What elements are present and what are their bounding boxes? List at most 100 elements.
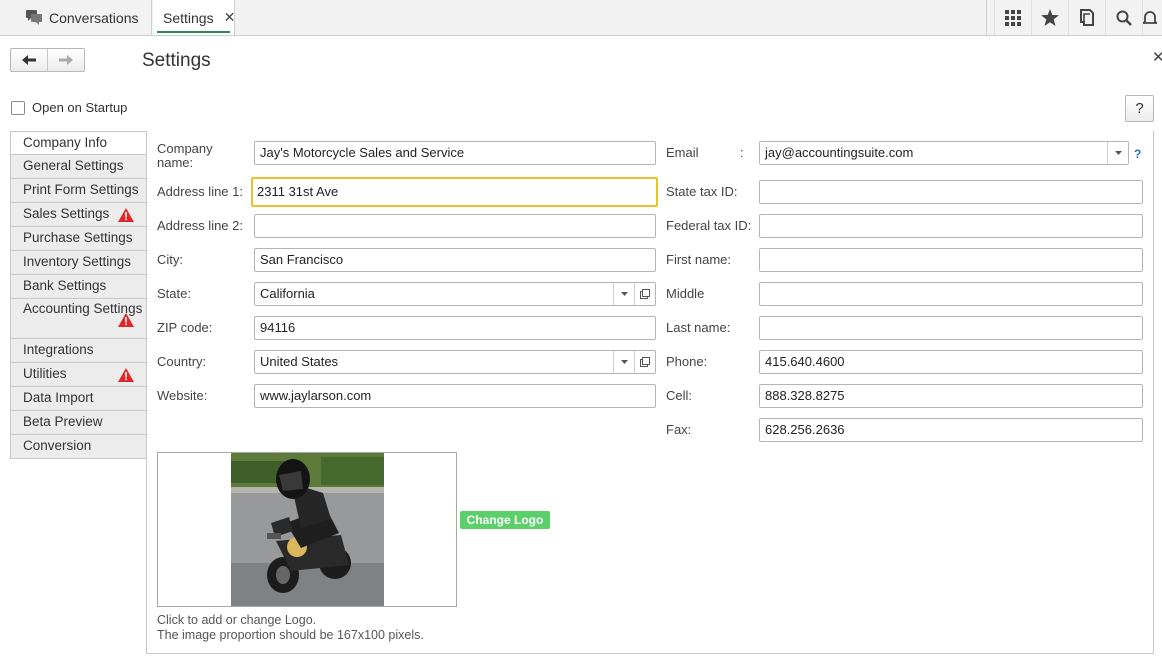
sidebar-item-label: Utilities	[23, 366, 67, 381]
federal-tax-id-field[interactable]	[759, 214, 1143, 238]
forward-button[interactable]	[47, 49, 84, 71]
search-icon[interactable]	[1105, 0, 1142, 35]
state-value: California	[260, 286, 315, 301]
motorcycle-rider-photo	[231, 453, 384, 606]
sidebar-item-accounting-settings[interactable]: Accounting Settings	[10, 299, 147, 339]
cell-field[interactable]: 888.328.8275	[759, 384, 1143, 408]
tab-conversations[interactable]: Conversations	[0, 0, 152, 35]
city-label: City:	[157, 252, 183, 267]
toolbar-icons	[986, 0, 1162, 35]
open-on-startup-label: Open on Startup	[32, 100, 128, 115]
zip-label: ZIP code:	[157, 320, 213, 335]
chevron-down-icon[interactable]	[1107, 142, 1128, 164]
fax-field[interactable]: 628.256.2636	[759, 418, 1143, 442]
open-link-icon[interactable]	[634, 351, 655, 373]
company-name-label-line2: name:	[157, 155, 194, 170]
warning-icon	[118, 313, 134, 331]
arrow-right-icon	[59, 55, 73, 65]
country-label: Country:	[157, 354, 207, 369]
first-name-label: First name:	[666, 252, 732, 267]
change-logo-button[interactable]: Change Logo	[460, 511, 550, 529]
apps-grid-icon[interactable]	[994, 0, 1031, 35]
phone-field[interactable]: 415.640.4600	[759, 350, 1143, 374]
sidebar-item-company-info[interactable]: Company Info	[10, 131, 147, 155]
sidebar-item-label: Bank Settings	[23, 278, 107, 293]
state-tax-id-label: State tax ID:	[666, 184, 738, 199]
address2-label: Address line 2:	[157, 218, 243, 233]
sidebar-item-label: Data Import	[23, 390, 94, 405]
sidebar-item-utilities[interactable]: Utilities	[10, 363, 147, 387]
sidebar-item-conversion[interactable]: Conversion	[10, 435, 147, 459]
sidebar-item-label: Purchase Settings	[23, 230, 133, 245]
logo-hint-line1: Click to add or change Logo.	[157, 613, 317, 627]
company-logo[interactable]	[157, 452, 457, 607]
website-label: Website:	[157, 388, 208, 403]
state-select[interactable]: California	[254, 282, 656, 306]
sidebar-item-label: Print Form Settings	[23, 182, 139, 197]
sidebar-item-bank-settings[interactable]: Bank Settings	[10, 275, 147, 299]
country-value: United States	[260, 354, 339, 369]
help-button[interactable]: ?	[1125, 95, 1154, 122]
sidebar-item-label: Company Info	[23, 135, 108, 150]
sidebar-item-label: Beta Preview	[23, 414, 103, 429]
chevron-down-icon[interactable]	[613, 351, 634, 373]
country-select[interactable]: United States	[254, 350, 656, 374]
toolbar-separator	[986, 0, 994, 35]
first-name-field[interactable]	[759, 248, 1143, 272]
federal-tax-id-label: Federal tax ID:	[666, 218, 752, 233]
address2-field[interactable]	[254, 214, 656, 238]
last-name-label: Last name:	[666, 320, 731, 335]
chevron-down-icon[interactable]	[613, 283, 634, 305]
fax-label: Fax:	[666, 422, 692, 437]
open-link-icon[interactable]	[634, 283, 655, 305]
address1-field[interactable]: 2311 31st Ave	[251, 177, 658, 207]
close-tab-icon[interactable]: ✕	[224, 9, 236, 26]
sidebar-item-integrations[interactable]: Integrations	[10, 339, 147, 363]
email-label: Email	[666, 145, 699, 160]
arrow-left-icon	[22, 55, 36, 65]
bell-icon[interactable]	[1142, 0, 1162, 35]
warning-icon	[118, 367, 134, 389]
sidebar-item-label: Inventory Settings	[23, 254, 132, 269]
phone-label: Phone:	[666, 354, 708, 369]
sidebar-item-purchase-settings[interactable]: Purchase Settings	[10, 227, 147, 251]
email-select[interactable]: jay@accountingsuite.com	[759, 141, 1129, 165]
tab-settings-label: Settings	[163, 9, 214, 26]
email-value: jay@accountingsuite.com	[765, 145, 914, 160]
sidebar-item-general-settings[interactable]: General Settings	[10, 155, 147, 179]
history-icon[interactable]	[1068, 0, 1105, 35]
tab-conversations-label: Conversations	[49, 9, 139, 26]
history-nav	[10, 48, 85, 72]
zip-field[interactable]: 94116	[254, 316, 656, 340]
sidebar-item-label: Sales Settings	[23, 206, 110, 221]
open-on-startup-checkbox[interactable]	[11, 100, 25, 115]
sidebar-item-label: Integrations	[23, 342, 94, 357]
sidebar-item-beta-preview[interactable]: Beta Preview	[10, 411, 147, 435]
company-name-label: Company name:	[157, 142, 213, 170]
tab-settings[interactable]: Settings ✕	[153, 0, 235, 35]
close-window-icon[interactable]: ✕	[1152, 48, 1162, 66]
last-name-field[interactable]	[759, 316, 1143, 340]
sidebar-item-inventory-settings[interactable]: Inventory Settings	[10, 251, 147, 275]
sidebar-item-print-form-settings[interactable]: Print Form Settings	[10, 179, 147, 203]
star-icon[interactable]	[1031, 0, 1068, 35]
city-field[interactable]: San Francisco	[254, 248, 656, 272]
sidebar-item-sales-settings[interactable]: Sales Settings	[10, 203, 147, 227]
middle-name-label: Middle	[666, 286, 705, 301]
state-label: State:	[157, 286, 191, 301]
website-field[interactable]: www.jaylarson.com	[254, 384, 656, 408]
cell-label: Cell:	[666, 388, 693, 403]
settings-sidebar: Company Info General Settings Print Form…	[10, 131, 147, 459]
sidebar-item-label: General Settings	[23, 158, 124, 173]
email-help-link[interactable]: ?	[1134, 147, 1141, 161]
back-button[interactable]	[11, 49, 47, 71]
sidebar-item-label: Conversion	[23, 438, 92, 453]
page-title: Settings	[142, 50, 211, 71]
middle-name-field[interactable]	[759, 282, 1143, 306]
sidebar-item-data-import[interactable]: Data Import	[10, 387, 147, 411]
chat-bubbles-icon	[26, 10, 42, 28]
state-tax-id-field[interactable]	[759, 180, 1143, 204]
open-on-startup[interactable]: Open on Startup	[11, 100, 127, 115]
company-name-field[interactable]: Jay's Motorcycle Sales and Service	[254, 141, 656, 165]
email-label-colon: :	[740, 145, 744, 160]
